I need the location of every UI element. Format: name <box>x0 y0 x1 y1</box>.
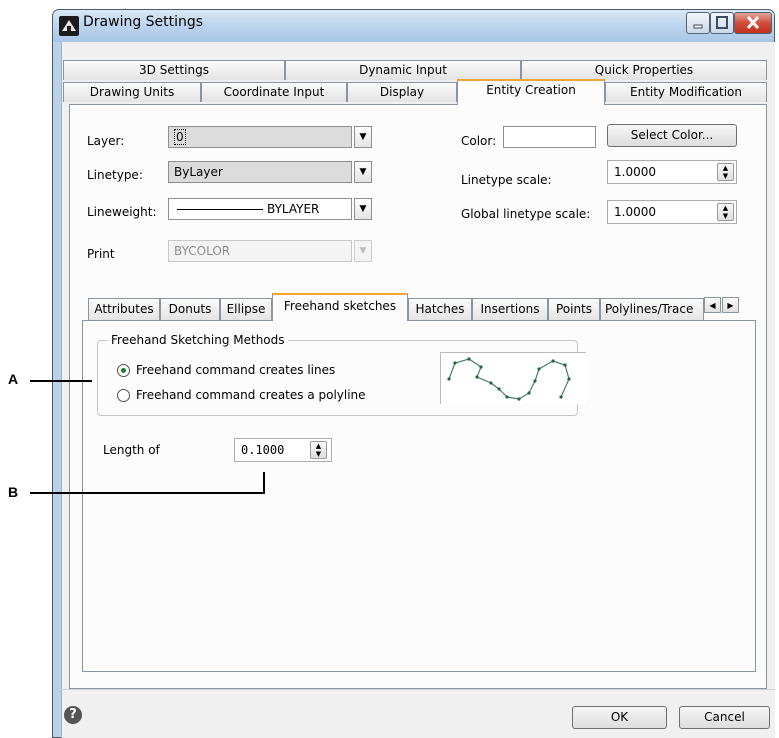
tab-label: Coordinate Input <box>223 85 325 99</box>
dropdown-arrow-icon: ▼ <box>359 132 367 142</box>
tab-entity-creation[interactable]: Entity Creation <box>457 79 605 105</box>
length-spin[interactable]: ▲ ▼ <box>310 441 327 459</box>
print-value: BYCOLOR <box>174 244 231 258</box>
global-scale-label: Global linetype scale: <box>461 207 591 221</box>
lineweight-dropdown-button[interactable]: ▼ <box>354 198 372 220</box>
linetype-scale-label: Linetype scale: <box>461 173 552 187</box>
select-color-label: Select Color... <box>630 128 714 142</box>
tab-label: Donuts <box>168 302 212 316</box>
tab-hatches[interactable]: Hatches <box>408 298 472 320</box>
tab-label: Points <box>555 302 593 316</box>
lineweight-sample-line <box>177 209 263 210</box>
cancel-button[interactable]: Cancel <box>679 706 770 729</box>
close-button[interactable] <box>734 12 772 34</box>
help-icon[interactable]: ? <box>64 706 82 724</box>
tab-ellipse[interactable]: Ellipse <box>220 298 272 320</box>
radio-creates-lines[interactable] <box>117 364 130 377</box>
tab-display[interactable]: Display <box>347 82 457 102</box>
print-dropdown-button: ▼ <box>354 240 372 262</box>
tab-label: Drawing Units <box>89 85 175 99</box>
print-combo: BYCOLOR <box>168 240 352 262</box>
freehand-preview-image <box>440 352 586 404</box>
tab-quick-properties[interactable]: Quick Properties <box>521 60 767 80</box>
callout-a-line <box>30 380 92 382</box>
lineweight-value: BYLAYER <box>267 202 320 216</box>
callout-b-line <box>30 492 265 494</box>
tab-label: Quick Properties <box>594 63 694 77</box>
lineweight-combo[interactable]: BYLAYER <box>168 198 352 220</box>
tab-donuts[interactable]: Donuts <box>160 298 220 320</box>
tab-freehand-sketches[interactable]: Freehand sketches <box>272 293 408 321</box>
radio-creates-polyline[interactable] <box>117 389 130 402</box>
window-title: Drawing Settings <box>83 14 204 30</box>
ok-button[interactable]: OK <box>572 706 667 729</box>
layer-value: 0 <box>174 129 186 145</box>
footer-separator <box>61 689 775 690</box>
tab-dynamic-input[interactable]: Dynamic Input <box>285 60 521 80</box>
app-icon <box>59 16 79 36</box>
tab-polylines-trace[interactable]: Polylines/Trace <box>600 298 704 320</box>
option-lines-label[interactable]: Freehand command creates lines <box>136 363 335 377</box>
tab-points[interactable]: Points <box>548 298 600 320</box>
global-scale-spin[interactable]: ▲ ▼ <box>717 203 734 221</box>
global-scale-value: 1.0000 <box>614 205 656 219</box>
dropdown-arrow-icon: ▼ <box>359 167 367 177</box>
tab-label: Insertions <box>480 302 540 316</box>
sketch-preview-icon <box>447 357 571 401</box>
tab-entity-modification[interactable]: Entity Modification <box>605 82 767 102</box>
tab-label: Entity Creation <box>486 83 576 97</box>
linetype-scale-value: 1.0000 <box>614 165 656 179</box>
tab-label: Polylines/Trace <box>605 302 694 316</box>
minimize-icon <box>693 24 703 29</box>
freehand-methods-title: Freehand Sketching Methods <box>108 333 288 347</box>
spin-icon: ▲ ▼ <box>722 204 729 220</box>
length-label: Length of <box>103 443 160 457</box>
linetype-label: Linetype: <box>87 168 143 182</box>
tab-label: 3D Settings <box>139 63 209 77</box>
tab-3d-settings[interactable]: 3D Settings <box>63 60 285 80</box>
layer-dropdown-button[interactable]: ▼ <box>354 126 372 148</box>
tab-scroll-controls: ◀ ▶ <box>704 297 740 315</box>
dropdown-arrow-icon: ▼ <box>359 204 367 214</box>
spin-icon: ▲ ▼ <box>722 164 729 180</box>
cancel-label: Cancel <box>704 710 745 724</box>
tab-label: Ellipse <box>226 302 266 316</box>
tab-insertions[interactable]: Insertions <box>472 298 548 320</box>
option-polyline-label[interactable]: Freehand command creates a polyline <box>136 388 366 402</box>
lineweight-label: Lineweight: <box>87 205 157 219</box>
linetype-scale-spin[interactable]: ▲ ▼ <box>717 163 734 181</box>
callout-b: B <box>8 484 19 500</box>
linetype-value: ByLayer <box>174 165 223 179</box>
tab-label: Hatches <box>415 302 465 316</box>
spin-icon: ▲ ▼ <box>315 442 322 458</box>
layer-label: Layer: <box>87 134 125 148</box>
tab-label: Entity Modification <box>630 85 742 99</box>
callout-b-riser <box>263 472 265 494</box>
tab-attributes[interactable]: Attributes <box>88 298 160 320</box>
layer-combo[interactable]: 0 <box>168 126 352 148</box>
tab-drawing-units[interactable]: Drawing Units <box>63 82 201 102</box>
length-value: 0.1000 <box>241 443 285 457</box>
minimize-button[interactable] <box>686 12 710 34</box>
maximize-button[interactable] <box>710 12 734 34</box>
linetype-dropdown-button[interactable]: ▼ <box>354 161 372 183</box>
ok-label: OK <box>610 710 629 724</box>
callout-a: A <box>8 371 19 387</box>
tab-label: Display <box>379 85 425 99</box>
close-icon <box>746 15 760 30</box>
radio-selected-dot <box>121 368 126 373</box>
maximize-icon <box>716 16 728 29</box>
tab-coordinate-input[interactable]: Coordinate Input <box>201 82 347 102</box>
tab-label: Attributes <box>94 302 154 316</box>
color-label: Color: <box>461 134 497 148</box>
tab-scroll-left-icon[interactable]: ◀ <box>704 297 721 313</box>
linetype-combo[interactable]: ByLayer <box>168 161 352 183</box>
dropdown-arrow-icon: ▼ <box>359 246 367 256</box>
tab-label: Dynamic Input <box>359 63 447 77</box>
select-color-button[interactable]: Select Color... <box>607 124 737 147</box>
color-swatch <box>503 126 596 148</box>
print-label: Print <box>87 247 115 261</box>
tab-scroll-right-icon[interactable]: ▶ <box>722 297 739 313</box>
tab-label: Freehand sketches <box>283 299 397 313</box>
